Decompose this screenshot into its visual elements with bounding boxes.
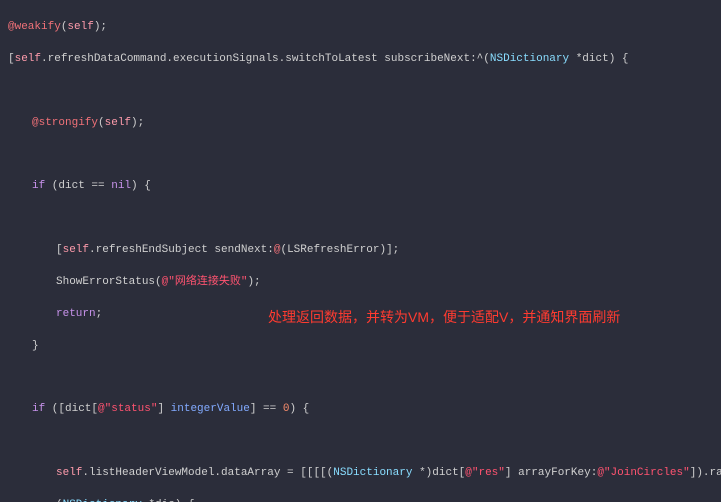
code-line: @weakify(self); — [8, 20, 721, 36]
code-line — [8, 371, 721, 387]
code-line: [self.refreshDataCommand.executionSignal… — [8, 52, 721, 68]
code-line: if (dict == nil) { — [8, 179, 721, 195]
code-line — [8, 434, 721, 450]
code-line — [8, 84, 721, 100]
code-line: return;处理返回数据，并转为VM，便于适配V，并通知界面刷新 — [8, 307, 721, 323]
code-line — [8, 147, 721, 163]
code-line: if ([dict[@"status"] integerValue] == 0)… — [8, 402, 721, 418]
code-line: self.listHeaderViewModel.dataArray = [[[… — [8, 466, 721, 482]
code-line: [self.refreshEndSubject sendNext:@(LSRef… — [8, 243, 721, 259]
code-editor: @weakify(self); [self.refreshDataCommand… — [0, 0, 721, 502]
code-line: (NSDictionary *dic) { — [8, 498, 721, 502]
code-line: ShowErrorStatus(@"网络连接失败"); — [8, 275, 721, 291]
annotation-comment: 处理返回数据，并转为VM，便于适配V，并通知界面刷新 — [268, 307, 620, 327]
code-line — [8, 211, 721, 227]
code-line: } — [8, 339, 721, 355]
code-line: @strongify(self); — [8, 116, 721, 132]
